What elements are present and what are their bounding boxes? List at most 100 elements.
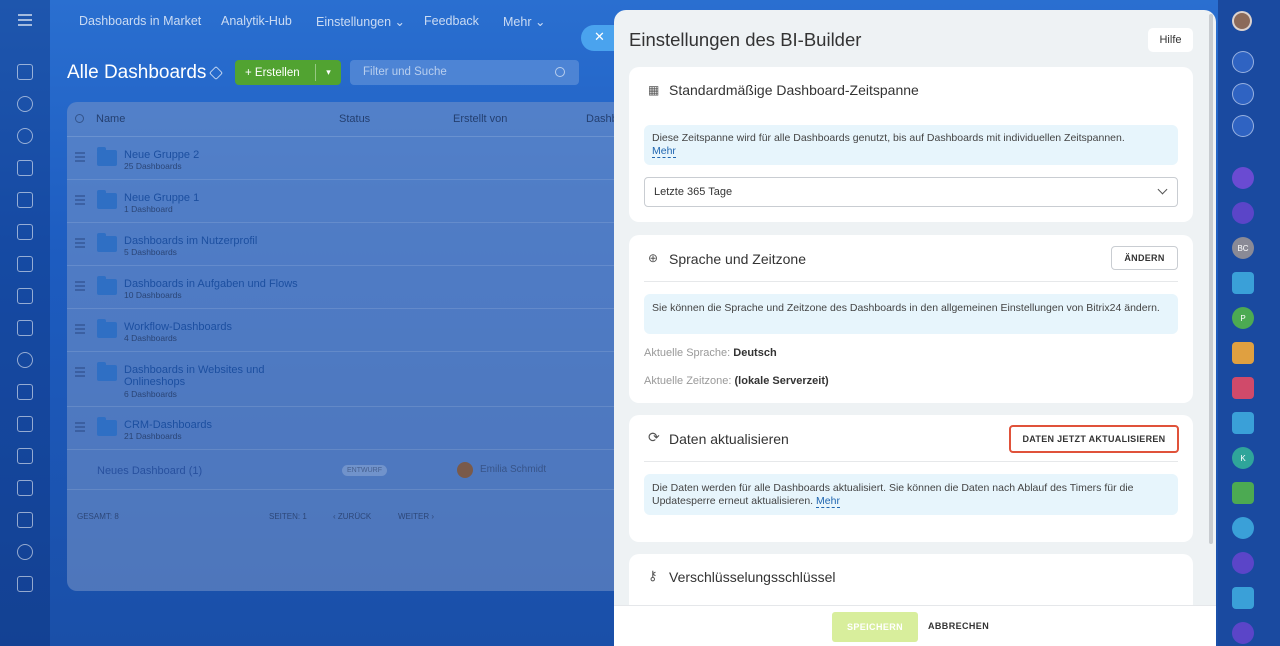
copilot-chat-icon[interactable] xyxy=(1232,622,1254,644)
save-button[interactable]: SPEICHERN xyxy=(832,612,918,642)
key-icon: ⚷ xyxy=(648,568,658,583)
checklist-icon[interactable] xyxy=(17,288,33,304)
mail-icon[interactable] xyxy=(17,320,33,336)
chat-icon[interactable] xyxy=(1232,517,1254,539)
users-icon[interactable] xyxy=(17,128,33,144)
table-row[interactable]: Dashboards in Aufgaben und Flows 10 Dash… xyxy=(67,266,627,309)
gear-icon[interactable] xyxy=(75,114,84,123)
menu-icon[interactable] xyxy=(18,14,32,29)
sites-icon[interactable] xyxy=(17,256,33,272)
search-input[interactable]: Filter und Suche xyxy=(350,60,579,85)
row-name[interactable]: Dashboards in Aufgaben und Flows xyxy=(124,278,304,290)
period-select[interactable]: Letzte 365 Tage xyxy=(644,177,1178,207)
column-name[interactable]: Name xyxy=(96,113,125,125)
column-status[interactable]: Status xyxy=(339,113,370,125)
drag-handle-icon[interactable] xyxy=(75,281,85,293)
more-link[interactable]: Mehr xyxy=(816,495,840,508)
task-icon[interactable] xyxy=(1232,272,1254,294)
divider xyxy=(644,281,1178,282)
contact-avatar[interactable]: P xyxy=(1232,307,1254,329)
drag-handle-icon[interactable] xyxy=(75,422,85,434)
row-author[interactable]: Emilia Schmidt xyxy=(480,464,546,475)
table-row[interactable]: CRM-Dashboards 21 Dashboards xyxy=(67,407,627,450)
current-language-value: Deutsch xyxy=(733,347,777,359)
table-row[interactable]: Workflow-Dashboards 4 Dashboards xyxy=(67,309,627,352)
folder-icon xyxy=(97,319,117,338)
funnel-icon[interactable] xyxy=(17,448,33,464)
table-row[interactable]: Neue Gruppe 1 1 Dashboard xyxy=(67,180,627,223)
contact-avatar[interactable]: K xyxy=(1232,447,1254,469)
change-button[interactable]: ÄNDERN xyxy=(1111,246,1178,270)
nav-einstellungen[interactable]: Einstellungen ⌄ xyxy=(316,14,405,29)
chevron-down-icon[interactable]: ▾ xyxy=(316,67,341,78)
period-card: ▦ Standardmäßige Dashboard-Zeitspanne Di… xyxy=(629,67,1193,222)
row-name[interactable]: Dashboards in Websites und Onlineshops xyxy=(124,364,304,388)
table-row[interactable]: Dashboards im Nutzerprofil 5 Dashboards xyxy=(67,223,627,266)
user-avatar[interactable] xyxy=(1232,11,1252,31)
nav-dashboards-market[interactable]: Dashboards in Market xyxy=(79,14,201,28)
more-link[interactable]: Mehr xyxy=(652,145,676,158)
apps-icon[interactable] xyxy=(17,576,33,592)
search-icon[interactable] xyxy=(555,67,565,77)
crm-icon[interactable] xyxy=(17,96,33,112)
contact-card-icon[interactable] xyxy=(1232,587,1254,609)
row-name[interactable]: Neues Dashboard (1) xyxy=(97,465,277,477)
task-icon[interactable] xyxy=(1232,377,1254,399)
contact-avatar[interactable]: BC xyxy=(1232,237,1254,259)
calendar-icon[interactable] xyxy=(17,192,33,208)
drive-icon[interactable] xyxy=(17,224,33,240)
globe-icon: ⊕ xyxy=(648,251,659,265)
total-count: GESAMT: 8 xyxy=(77,512,119,521)
table-row[interactable]: Neues Dashboard (1) ENTWURF Emilia Schmi… xyxy=(67,450,627,490)
close-icon[interactable]: ✕ xyxy=(581,25,617,51)
nav-feedback[interactable]: Feedback xyxy=(424,14,479,28)
drag-handle-icon[interactable] xyxy=(75,367,85,379)
drag-handle-icon[interactable] xyxy=(75,238,85,250)
row-name[interactable]: Dashboards im Nutzerprofil xyxy=(124,235,304,247)
settings-icon[interactable] xyxy=(17,544,33,560)
row-name[interactable]: Workflow-Dashboards xyxy=(124,321,304,333)
store-icon[interactable] xyxy=(17,416,33,432)
table-row[interactable]: Dashboards in Websites und Onlineshops 6… xyxy=(67,352,627,407)
table-row[interactable]: Neue Gruppe 2 25 Dashboards xyxy=(67,137,627,180)
drag-handle-icon[interactable] xyxy=(75,152,85,164)
group-icon[interactable] xyxy=(1232,342,1254,364)
create-button[interactable]: + Erstellen ▾ xyxy=(235,60,341,85)
home-icon[interactable] xyxy=(17,64,33,80)
calendar-icon: ▦ xyxy=(648,83,660,97)
bell-icon[interactable] xyxy=(1232,51,1254,73)
drag-handle-icon[interactable] xyxy=(75,195,85,207)
row-name[interactable]: Neue Gruppe 1 xyxy=(124,192,304,204)
cancel-button[interactable]: ABBRECHEN xyxy=(928,621,989,631)
copilot-chat-icon[interactable] xyxy=(1232,202,1254,224)
nav-analytik-hub[interactable]: Analytik-Hub xyxy=(221,14,292,28)
tasks-icon[interactable] xyxy=(17,160,33,176)
search-chat-icon[interactable] xyxy=(1232,115,1254,137)
app-icon[interactable] xyxy=(1232,167,1254,189)
row-count: 4 Dashboards xyxy=(124,333,177,343)
cart-icon[interactable] xyxy=(17,480,33,496)
copilot-chat-icon[interactable] xyxy=(1232,552,1254,574)
row-name[interactable]: CRM-Dashboards xyxy=(124,419,304,431)
next-page-link[interactable]: WEITER › xyxy=(398,512,434,521)
row-count: 21 Dashboards xyxy=(124,431,182,441)
scrollbar[interactable] xyxy=(1209,14,1213,544)
copilot-icon[interactable] xyxy=(1232,83,1254,105)
refresh-now-button[interactable]: DATEN JETZT AKTUALISIEREN xyxy=(1009,425,1179,453)
refresh-heading: Daten aktualisieren xyxy=(669,431,789,447)
task-icon[interactable] xyxy=(1232,412,1254,434)
help-button[interactable]: Hilfe xyxy=(1148,28,1193,52)
row-count: 1 Dashboard xyxy=(124,204,173,214)
chat-icon[interactable] xyxy=(17,352,33,368)
row-name[interactable]: Neue Gruppe 2 xyxy=(124,149,304,161)
prev-page-link[interactable]: ‹ ZURÜCK xyxy=(333,512,371,521)
column-author[interactable]: Erstellt von xyxy=(453,113,507,125)
drag-handle-icon[interactable] xyxy=(75,324,85,336)
refresh-info-text: Die Daten werden für alle Dashboards akt… xyxy=(652,482,1134,507)
nav-mehr[interactable]: Mehr ⌄ xyxy=(503,14,545,29)
refresh-info: Die Daten werden für alle Dashboards akt… xyxy=(644,474,1178,515)
dashboards-table: Name Status Erstellt von Dashb Neue Grup… xyxy=(67,102,627,591)
edit-icon[interactable] xyxy=(17,384,33,400)
document-icon[interactable] xyxy=(17,512,33,528)
task-icon[interactable] xyxy=(1232,482,1254,504)
